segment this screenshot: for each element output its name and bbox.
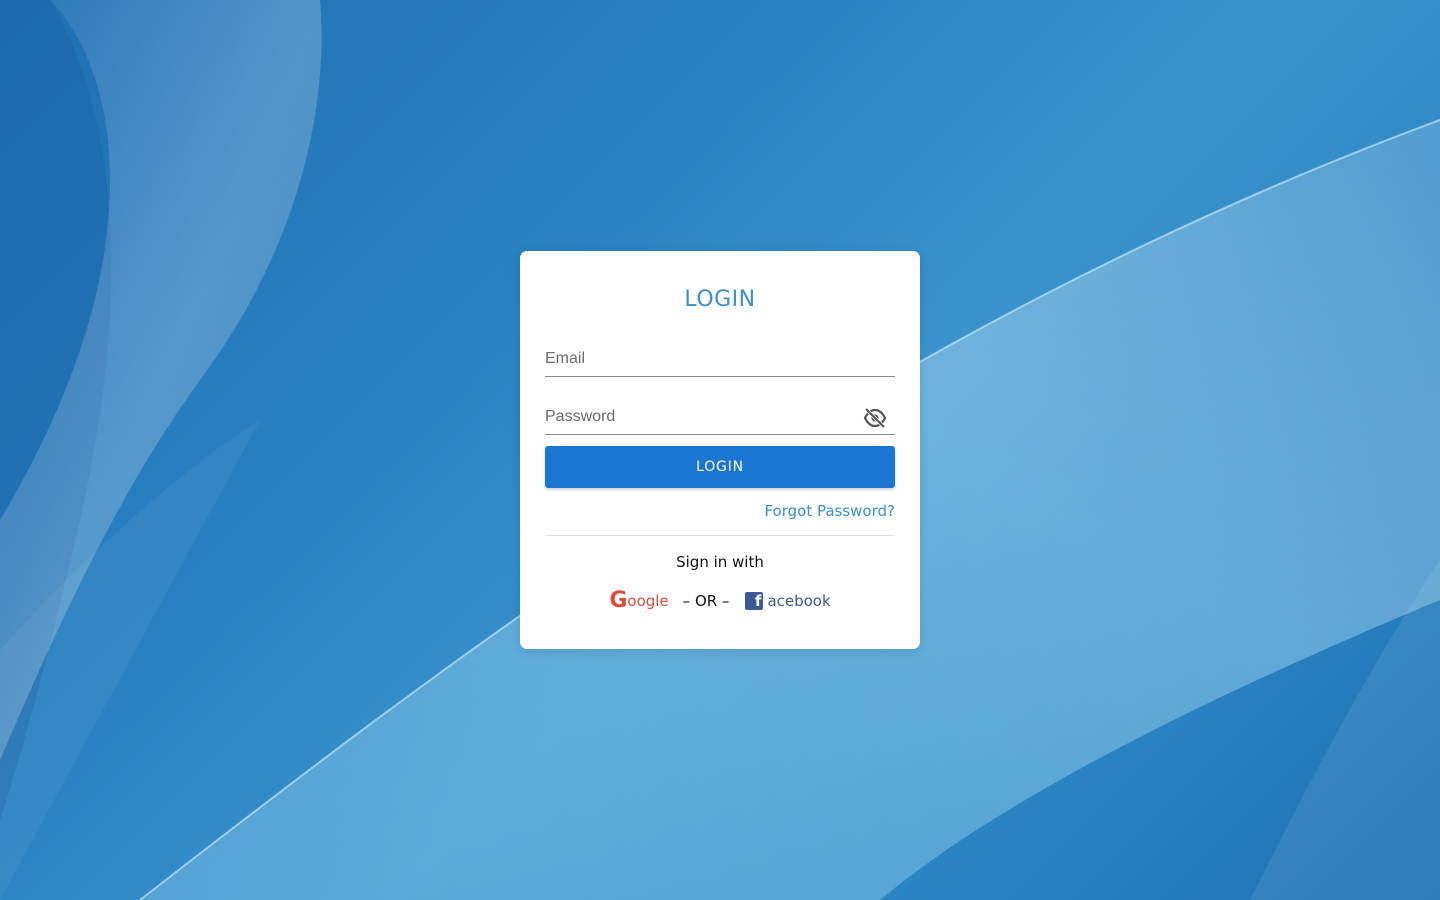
- divider: [545, 535, 895, 536]
- facebook-login-link[interactable]: f acebook: [745, 592, 831, 610]
- social-login-row: G oogle – OR – f acebook: [520, 589, 920, 613]
- sign-in-with-label: Sign in with: [676, 553, 764, 571]
- email-field-wrapper: [545, 343, 895, 377]
- login-card: LOGIN LOGIN Forgot Password? Sign in wit…: [520, 251, 920, 649]
- login-title: LOGIN: [684, 287, 756, 312]
- eye-off-icon[interactable]: [863, 407, 887, 429]
- google-login-link[interactable]: G oogle: [609, 588, 669, 613]
- facebook-label: acebook: [767, 592, 831, 610]
- login-button[interactable]: LOGIN: [545, 446, 895, 488]
- forgot-password-link[interactable]: Forgot Password?: [764, 502, 895, 520]
- google-label: oogle: [627, 592, 669, 610]
- password-input[interactable]: [545, 401, 855, 433]
- or-separator: – OR –: [682, 592, 730, 610]
- password-field-wrapper: [545, 401, 895, 435]
- email-input[interactable]: [545, 343, 895, 375]
- google-icon: G: [609, 588, 628, 613]
- facebook-icon: f: [745, 592, 764, 610]
